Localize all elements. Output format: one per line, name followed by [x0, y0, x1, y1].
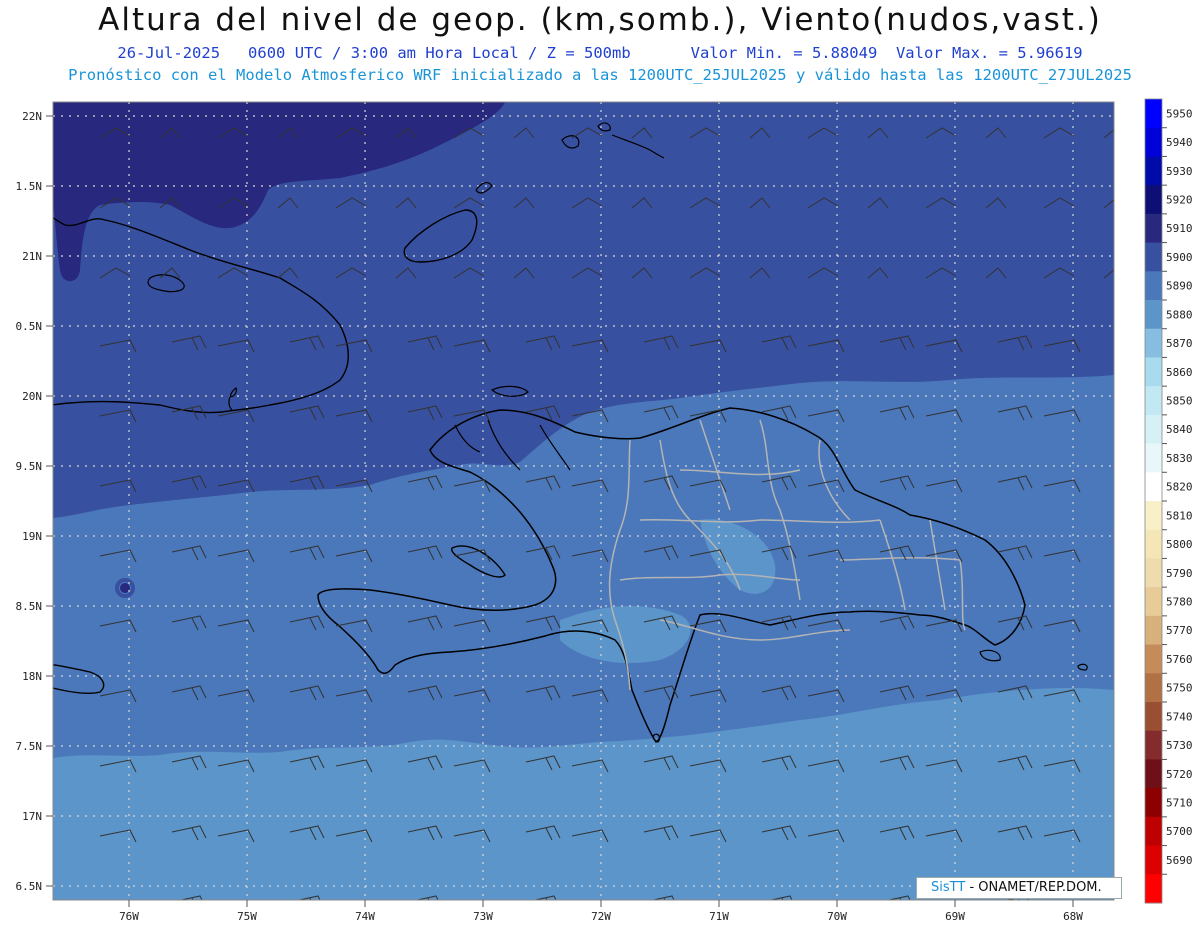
lat-label: 20N	[22, 390, 42, 403]
colorbar-segment	[1145, 730, 1162, 760]
colorbar-label: 5760	[1166, 653, 1193, 666]
lon-label: 68W	[1063, 910, 1083, 923]
latitude-labels: 22N 1.5N 21N 0.5N 20N 9.5N 19N 8.5N 18N 7.5N 17N 6.…	[16, 110, 53, 893]
colorbar-label: 5710	[1166, 797, 1193, 810]
colorbar-segment	[1145, 702, 1162, 732]
colorbar-segment	[1145, 529, 1162, 559]
lon-label: 69W	[945, 910, 965, 923]
colorbar-label: 5850	[1166, 395, 1193, 408]
colorbar-label: 5740	[1166, 710, 1193, 723]
colorbar-label: 5790	[1166, 567, 1193, 580]
lon-label: 70W	[827, 910, 847, 923]
colorbar-segment	[1145, 644, 1162, 674]
colorbar-label: 5840	[1166, 423, 1193, 436]
colorbar-segment	[1145, 357, 1162, 387]
colorbar-segment	[1145, 213, 1162, 244]
colorbar-label: 5880	[1166, 308, 1193, 321]
colorbar-label: 5890	[1166, 280, 1193, 293]
colorbar-label: 5860	[1166, 366, 1193, 379]
colorbar-segment	[1145, 127, 1162, 157]
colorbar-label: 5930	[1166, 165, 1193, 178]
lat-label: 19N	[22, 530, 42, 543]
colorbar-label: 5950	[1166, 107, 1193, 120]
colorbar-label: 5780	[1166, 596, 1193, 609]
colorbar-segment	[1145, 472, 1162, 502]
colorbar-segment	[1145, 845, 1162, 875]
colorbar-label: 5730	[1166, 739, 1193, 752]
colorbar-label: 5940	[1166, 136, 1193, 149]
colorbar-segment	[1145, 759, 1162, 789]
lon-label: 71W	[709, 910, 729, 923]
colorbar-segment	[1145, 874, 1162, 904]
lon-label: 73W	[473, 910, 493, 923]
lat-label: 8.5N	[16, 600, 43, 613]
colorbar-segment	[1145, 558, 1162, 588]
colorbar-label: 5820	[1166, 481, 1193, 494]
colorbar-segment	[1145, 615, 1162, 646]
lat-label: 18N	[22, 670, 42, 683]
geopotential-map: 22N 1.5N 21N 0.5N 20N 9.5N 19N 8.5N 18N 7.5N 17N 6.…	[16, 98, 1193, 923]
lat-label: 0.5N	[16, 320, 43, 333]
colorbar-label: 5770	[1166, 624, 1193, 637]
colorbar-label: 5910	[1166, 222, 1193, 235]
colorbar-segment	[1145, 185, 1162, 215]
colorbar-segment	[1145, 673, 1162, 703]
lat-label: 9.5N	[16, 460, 43, 473]
lat-label: 22N	[22, 110, 42, 123]
colorbar-label: 5700	[1166, 825, 1193, 838]
colorbar-label: 5920	[1166, 194, 1193, 207]
colorbar-segment	[1145, 443, 1162, 473]
colorbar-segment	[1145, 156, 1162, 186]
colorbar-segment	[1145, 99, 1162, 129]
lon-label: 72W	[591, 910, 611, 923]
colorbar-segment	[1145, 300, 1162, 330]
coast-west-edge	[34, 630, 42, 652]
sistema-brand: SisTT	[931, 880, 966, 895]
credit-text: - ONAMET/REP.DOM.	[969, 880, 1102, 895]
colorbar-segment	[1145, 587, 1162, 617]
colorbar-segment	[1145, 386, 1162, 416]
colorbar-segment	[1145, 328, 1162, 358]
lon-label: 75W	[237, 910, 257, 923]
lon-label: 74W	[355, 910, 375, 923]
colorbar-segment	[1145, 816, 1162, 847]
lat-label: 6.5N	[16, 880, 43, 893]
colorbar-label: 5870	[1166, 337, 1193, 350]
colorbar-label: 5750	[1166, 682, 1193, 695]
longitude-labels: 76W 75W 74W 73W 72W 71W 70W 69W 68W	[119, 900, 1083, 923]
colorbar-label: 5810	[1166, 509, 1193, 522]
colorbar: 5950 5940 5930 5920 5910 5900 5890 5880 5870 5860…	[1144, 98, 1193, 904]
colorbar-segment	[1145, 414, 1162, 445]
lat-label: 17N	[22, 810, 42, 823]
colorbar-segment	[1145, 242, 1162, 272]
credit-box: SisTT - ONAMET/REP.DOM.	[916, 877, 1122, 899]
lat-label: 1.5N	[16, 180, 43, 193]
lon-label: 76W	[119, 910, 139, 923]
colorbar-segment	[1145, 788, 1162, 818]
lat-label: 21N	[22, 250, 42, 263]
colorbar-segment	[1145, 501, 1162, 531]
colorbar-label: 5800	[1166, 538, 1193, 551]
colorbar-label: 5830	[1166, 452, 1193, 465]
colorbar-label: 5690	[1166, 854, 1193, 867]
lat-label: 7.5N	[16, 740, 43, 753]
colorbar-label: 5720	[1166, 768, 1193, 781]
colorbar-label: 5900	[1166, 251, 1193, 264]
colorbar-segment	[1145, 271, 1162, 301]
